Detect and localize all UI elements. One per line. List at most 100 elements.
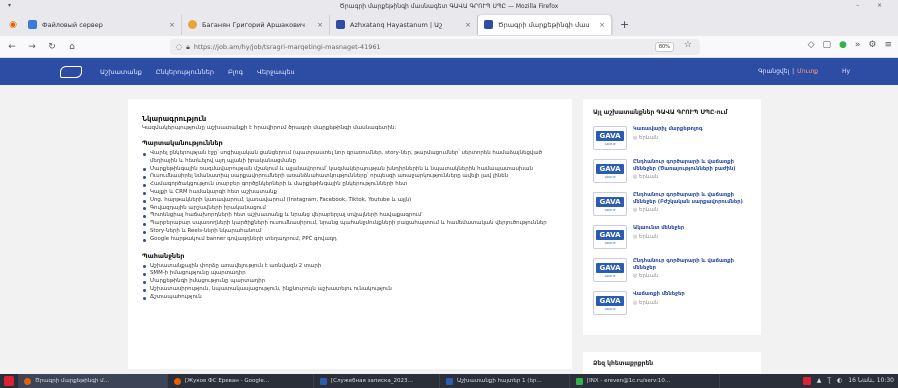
- firefox-view-icon[interactable]: ◉: [4, 16, 22, 34]
- tab-close-icon[interactable]: ×: [465, 21, 471, 29]
- network-icon[interactable]: ▲: [817, 377, 822, 385]
- overflow-chevron-icon[interactable]: »: [855, 40, 861, 50]
- tab-label: Файловый сервер: [42, 20, 103, 29]
- site-logo[interactable]: [60, 65, 82, 78]
- job-item[interactable]: GAVA GROUP Վաճառքի մենեջեր ◎ Երևան: [593, 291, 751, 315]
- company-logo[interactable]: GAVA GROUP: [593, 192, 627, 216]
- job-title-link[interactable]: Վաճառքի մենեջեր: [633, 291, 685, 298]
- list-item: Աշխատանքային փորձը առավելություն է առնվա…: [142, 263, 558, 271]
- job-item[interactable]: GAVA GROUP Ընդհանուր գործարարի և վաճառքի …: [593, 258, 751, 282]
- taskbar-item[interactable]: Ծրագրի մարքեթինգի մ…: [18, 374, 168, 388]
- tab-close-icon[interactable]: ×: [599, 21, 605, 29]
- shield-icon[interactable]: ◌: [176, 43, 182, 51]
- logo-mark: GAVA: [596, 163, 624, 174]
- site-nav-jobs[interactable]: Աշխատանք: [100, 68, 142, 76]
- toolbar-icons: ◇ ▢ ● » ⚙ ≡: [808, 40, 892, 50]
- description-lead: Կազմակերպությունը աշխատանքի է հրավիրում …: [142, 125, 397, 131]
- taskbar-item[interactable]: [Служебная записка_2023…: [314, 374, 440, 388]
- responsibilities-list: Վարել ընկերության էջը՝ սոցիալական ցանցեր…: [142, 150, 558, 244]
- spreadsheet-icon: [446, 377, 453, 385]
- logo-mark: GAVA: [596, 130, 624, 141]
- tab-favicon-icon: [336, 20, 345, 29]
- url-text[interactable]: https://job.am/hy/job/tsragri-marqetingi…: [194, 43, 381, 51]
- job-title-link[interactable]: Ընդհանուր գործարարի և վաճառքի մենեջեր (Ծ…: [633, 159, 751, 172]
- keyboard-layout-icon[interactable]: Ʈ: [827, 377, 831, 385]
- list-item: Վարել ընկերության էջը՝ սոցիալական ցանցեր…: [142, 150, 558, 166]
- notification-icon[interactable]: [802, 377, 811, 385]
- back-arrow-icon[interactable]: ←: [4, 42, 20, 52]
- taskbar-item-label: Ծրագրի մարքեթինգի մ…: [35, 378, 110, 384]
- forward-arrow-icon[interactable]: →: [24, 42, 40, 52]
- site-nav-blog[interactable]: Բլոգ: [228, 68, 243, 76]
- clock[interactable]: 16 Նաև, 10:30: [848, 377, 894, 385]
- site-nav-companies[interactable]: Ընկերություններ: [156, 68, 214, 76]
- lock-icon[interactable]: 🔒︎: [186, 43, 190, 52]
- register-link[interactable]: Գրանցվել: [758, 68, 789, 75]
- job-location: ◎ Երևան: [633, 300, 685, 306]
- navigation-bar: ← → ↻ ⌂ ◌ 🔒︎ https://job.am/hy/job/tsrag…: [0, 36, 898, 58]
- company-logo[interactable]: GAVA GROUP: [593, 126, 627, 150]
- hamburger-menu-icon[interactable]: ≡: [884, 40, 892, 50]
- remote-desktop-icon: [576, 377, 583, 385]
- window-menu-icon[interactable]: ▾: [8, 2, 11, 9]
- other-jobs-title: Այլ աշխատանքներ ԳԱՎԱ ԳՐՈՒՊ ՍՊԸ-ում: [593, 109, 728, 116]
- job-location-text: Երևան: [638, 299, 658, 306]
- list-item: Աշխատասիրություն, նպատակասլացություն, ին…: [142, 286, 558, 294]
- tab-file-server[interactable]: Файловый сервер ×: [22, 14, 182, 35]
- tab-favicon-icon: [188, 20, 197, 29]
- job-location-text: Երևան: [638, 273, 658, 279]
- firefox-icon: [174, 377, 181, 385]
- volume-icon[interactable]: ◐: [837, 377, 842, 385]
- bookmark-star-icon[interactable]: ☆: [684, 40, 692, 50]
- container-icon[interactable]: ▢: [822, 40, 831, 50]
- logo-sub: GROUP: [604, 273, 616, 278]
- taskbar-item-label: Աշխատանքի հայտեր 1 (եր…: [457, 378, 542, 384]
- tab-favicon-icon: [484, 20, 493, 29]
- tab-close-icon[interactable]: ×: [317, 21, 323, 29]
- job-location: ◎ Երևան: [633, 174, 751, 180]
- logo-sub: GROUP: [604, 207, 616, 212]
- job-title-link[interactable]: Կառավարիչ մարքեթոլոգ: [633, 126, 703, 133]
- taskbar-item-label: [Жуков ФС Ереван - Google…: [185, 378, 270, 384]
- firefox-icon: [24, 377, 31, 385]
- tab-label: Ծրագրի մարքեթինգի մաս: [498, 20, 590, 29]
- taskbar-item[interactable]: Աշխատանքի հայտեր 1 (եր…: [440, 374, 570, 388]
- list-item: Կայքի և CRM համակարգի հետ աշխատանք: [142, 189, 558, 197]
- company-logo[interactable]: GAVA GROUP: [593, 258, 627, 282]
- reload-icon[interactable]: ↻: [44, 42, 60, 52]
- company-logo[interactable]: GAVA GROUP: [593, 159, 627, 183]
- window-controls[interactable]: – ×: [856, 2, 890, 9]
- job-item[interactable]: GAVA GROUP Կառավարիչ մարքեթոլոգ ◎ Երևան: [593, 126, 751, 150]
- taskbar-item[interactable]: [Жуков ФС Ереван - Google…: [168, 374, 314, 388]
- start-menu-icon[interactable]: [4, 376, 14, 386]
- list-item: Ուսումնասիրել նմանատիպ սարքավորումների ա…: [142, 173, 558, 181]
- company-logo[interactable]: GAVA GROUP: [593, 291, 627, 315]
- extension-icon[interactable]: ●: [839, 40, 847, 50]
- job-title-link[interactable]: Ընդհանուր գործարարի և վաճառքի մենեջեր (Բ…: [633, 192, 751, 205]
- list-item: Համագործակցություն տարբեր գործընկերների …: [142, 181, 558, 189]
- site-nav-more[interactable]: Վերջապես: [257, 68, 295, 76]
- extensions-puzzle-icon[interactable]: ⚙: [868, 40, 876, 50]
- list-item: Մարքեթինգի իմացությունը պարտադիր: [142, 278, 558, 286]
- tab-azhxatanq[interactable]: Azhxatanq Hayastanum | Աշ ×: [330, 14, 478, 35]
- window-titlebar: ▾ Ծրագրի մարքեթինգի մասնագետ ԳԱՎԱ ԳՐՈՒՊ …: [0, 0, 898, 13]
- tab-close-icon[interactable]: ×: [169, 21, 175, 29]
- url-bar[interactable]: ◌ 🔒︎ https://job.am/hy/job/tsragri-marqe…: [170, 39, 700, 55]
- new-tab-icon[interactable]: +: [620, 18, 629, 31]
- login-link[interactable]: Մուտք: [797, 68, 818, 75]
- pocket-icon[interactable]: ◇: [808, 40, 815, 50]
- language-switch[interactable]: Hy: [842, 68, 850, 75]
- zoom-badge[interactable]: 80%: [654, 42, 674, 52]
- tab-current-job[interactable]: Ծրագրի մարքեթինգի մաս ×: [478, 14, 612, 35]
- job-item[interactable]: GAVA GROUP Ընդհանուր գործարարի և վաճառքի …: [593, 159, 751, 183]
- job-title-link[interactable]: Ընդհանուր գործարարի և վաճառքի մենեջեր: [633, 258, 751, 271]
- job-item[interactable]: GAVA GROUP Ակաունտ մենեջեր ◎ Երևան: [593, 225, 751, 249]
- home-icon[interactable]: ⌂: [64, 42, 80, 52]
- company-logo[interactable]: GAVA GROUP: [593, 225, 627, 249]
- job-title-link[interactable]: Ակաունտ մենեջեր: [633, 225, 684, 232]
- logo-sub: GROUP: [604, 306, 616, 311]
- taskbar-item[interactable]: [INX - ereven@1c.ru/serv:10…: [570, 374, 720, 388]
- logo-sub: GROUP: [604, 141, 616, 146]
- tab-baganyan[interactable]: Баганян Григорий Аршакович ×: [182, 14, 330, 35]
- job-item[interactable]: GAVA GROUP Ընդհանուր գործարարի և վաճառքի …: [593, 192, 751, 216]
